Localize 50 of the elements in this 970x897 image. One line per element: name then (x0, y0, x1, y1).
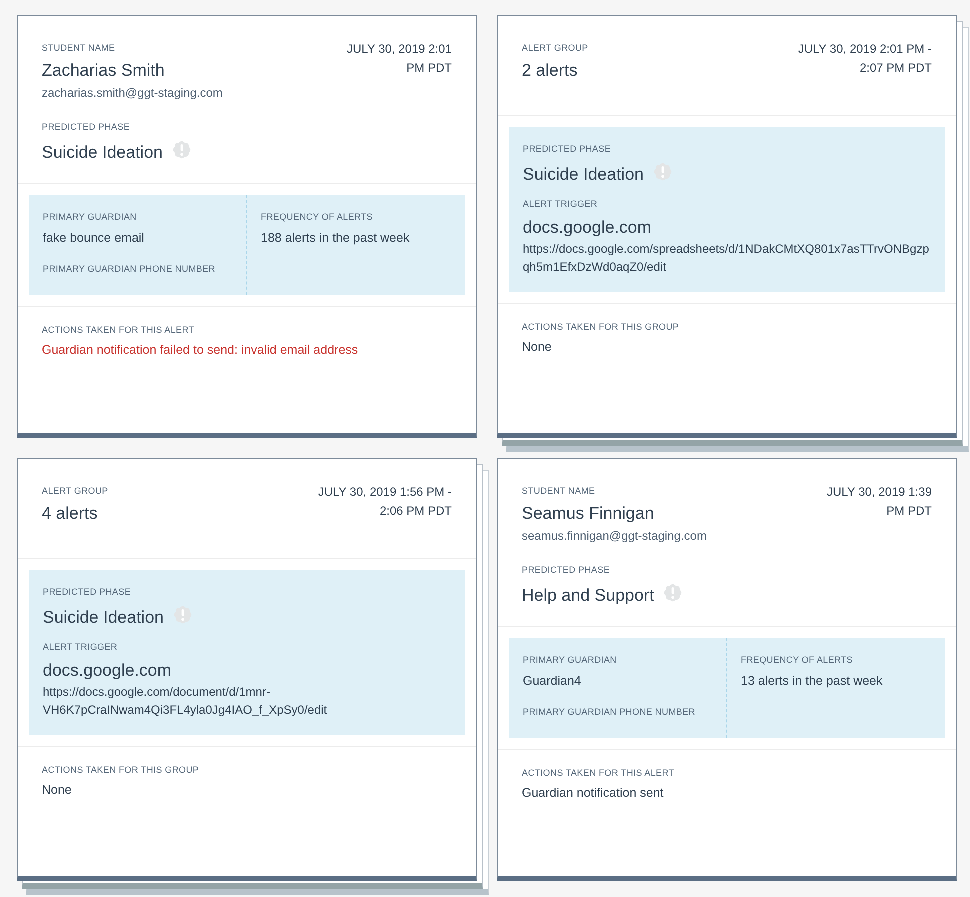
action-result: None (522, 339, 552, 355)
alert-count: 4 alerts (42, 503, 98, 525)
field-label: PREDICTED PHASE (522, 564, 610, 576)
exclamation-badge-icon (172, 605, 193, 625)
alert-date: JULY 30, 2019 1:39 PM PDT (827, 484, 932, 520)
student-name: Zacharias Smith (42, 60, 165, 82)
exclamation-badge-icon (652, 162, 673, 182)
field-label: PREDICTED PHASE (43, 586, 132, 598)
field-label: PREDICTED PHASE (42, 121, 130, 133)
phase-value: Suicide Ideation (43, 607, 164, 629)
exclamation-badge-icon (663, 583, 684, 603)
trigger-domain: docs.google.com (43, 660, 172, 682)
action-result: Guardian notification sent (522, 785, 664, 801)
exclamation-badge-icon (172, 140, 192, 160)
frequency-value: 188 alerts in the past week (261, 230, 410, 246)
field-label: ACTIONS TAKEN FOR THIS GROUP (42, 764, 200, 776)
field-label: PRIMARY GUARDIAN PHONE NUMBER (43, 263, 216, 275)
field-label: FREQUENCY OF ALERTS (261, 211, 373, 223)
field-label: ACTIONS TAKEN FOR THIS ALERT (522, 767, 674, 779)
phase-value: Help and Support (522, 585, 654, 607)
alert-count: 2 alerts (522, 60, 578, 82)
field-label: PREDICTED PHASE (523, 143, 612, 155)
student-email: seamus.finnigan@ggt-staging.com (522, 528, 707, 544)
guardian-value: fake bounce email (43, 230, 144, 246)
field-label: PRIMARY GUARDIAN PHONE NUMBER (523, 706, 696, 718)
field-label: ACTIONS TAKEN FOR THIS GROUP (522, 321, 680, 333)
action-result: Guardian notification failed to send: invalid email address (42, 342, 358, 358)
field-label: ALERT TRIGGER (523, 198, 598, 210)
alert-date: JULY 30, 2019 1:56 PM - 2:06 PM PDT (318, 484, 452, 520)
field-label: ALERT GROUP (522, 42, 588, 54)
frequency-value: 13 alerts in the past week (741, 673, 883, 689)
field-label: FREQUENCY OF ALERTS (741, 654, 853, 666)
field-label: ALERT TRIGGER (43, 641, 118, 653)
student-email: zacharias.smith@ggt-staging.com (42, 85, 223, 101)
phase-value: Suicide Ideation (42, 142, 163, 164)
phase-value: Suicide Ideation (523, 164, 644, 186)
action-result: None (42, 782, 72, 798)
field-label: ACTIONS TAKEN FOR THIS ALERT (42, 324, 194, 336)
trigger-domain: docs.google.com (523, 217, 652, 239)
field-label: STUDENT NAME (42, 42, 116, 54)
field-label: PRIMARY GUARDIAN (523, 654, 617, 666)
field-label: ALERT GROUP (42, 485, 108, 497)
field-label: PRIMARY GUARDIAN (43, 211, 137, 223)
alert-date: JULY 30, 2019 2:01 PM PDT (347, 41, 452, 77)
student-name: Seamus Finnigan (522, 503, 654, 525)
field-label: STUDENT NAME (522, 485, 596, 497)
guardian-value: Guardian4 (523, 673, 582, 689)
alert-date: JULY 30, 2019 2:01 PM - 2:07 PM PDT (798, 41, 932, 77)
trigger-url: https://docs.google.com/spreadsheets/d/1NDakCMtXQ801x7asTTrvONBgzpqh5m1EfxDzWd0aqZ0/edit (523, 241, 930, 276)
trigger-url: https://docs.google.com/document/d/1mnr-VH6K7pCraINwam4Qi3FL4yla0Jg4IAO_f_XpSy0/edit (43, 684, 328, 719)
